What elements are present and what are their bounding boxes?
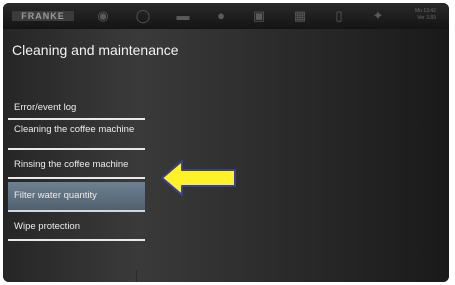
tray-icon[interactable]: ▣ — [251, 8, 267, 24]
drop-icon[interactable]: ● — [213, 8, 229, 24]
menu-item-label: Cleaning the coffee machine — [14, 124, 135, 135]
menu-item-cleaning-coffee-machine[interactable]: Cleaning the coffee machine — [8, 122, 145, 150]
bean-icon[interactable]: ◉ — [95, 8, 111, 24]
page-title: Cleaning and maintenance — [12, 42, 179, 58]
menu-item-label: Filter water quantity — [14, 190, 97, 201]
menu-item-label: Wipe protection — [14, 221, 81, 232]
menu-item-label: Error/event log — [14, 102, 77, 113]
status-line-1: Mo 13:42 — [415, 8, 436, 14]
menu-item-filter-water-quantity[interactable]: Filter water quantity — [8, 182, 145, 212]
menu-item-label: Rinsing the coffee machine — [14, 159, 129, 170]
main-panel: Cleaning and maintenance Error/event log… — [3, 29, 449, 282]
document-icon[interactable]: ▯ — [331, 8, 347, 24]
menu-item-rinsing-coffee-machine[interactable]: Rinsing the coffee machine — [8, 152, 145, 179]
bottom-strip — [11, 270, 137, 282]
cup-icon[interactable]: ◯ — [135, 8, 151, 24]
chart-icon[interactable]: ▦ — [292, 8, 308, 24]
brand-logo: FRANKE — [12, 11, 74, 21]
menu-item-wipe-protection[interactable]: Wipe protection — [8, 214, 145, 241]
pointer-arrow-icon — [161, 160, 236, 196]
wrench-icon[interactable]: ✦ — [370, 8, 386, 24]
status-info: Mo 13:42 Ver 3.89 — [415, 8, 436, 22]
recipe-icon[interactable]: ▬ — [175, 8, 191, 24]
status-line-2: Ver 3.89 — [417, 15, 436, 21]
menu-item-error-event-log[interactable]: Error/event log — [8, 97, 145, 120]
machine-screen: FRANKE ◉ ◯ ▬ ● ▣ ▦ ▯ ✦ Mo 13:42 Ver 3.89… — [3, 3, 449, 282]
top-toolbar: FRANKE ◉ ◯ ▬ ● ▣ ▦ ▯ ✦ Mo 13:42 Ver 3.89 — [3, 3, 449, 30]
